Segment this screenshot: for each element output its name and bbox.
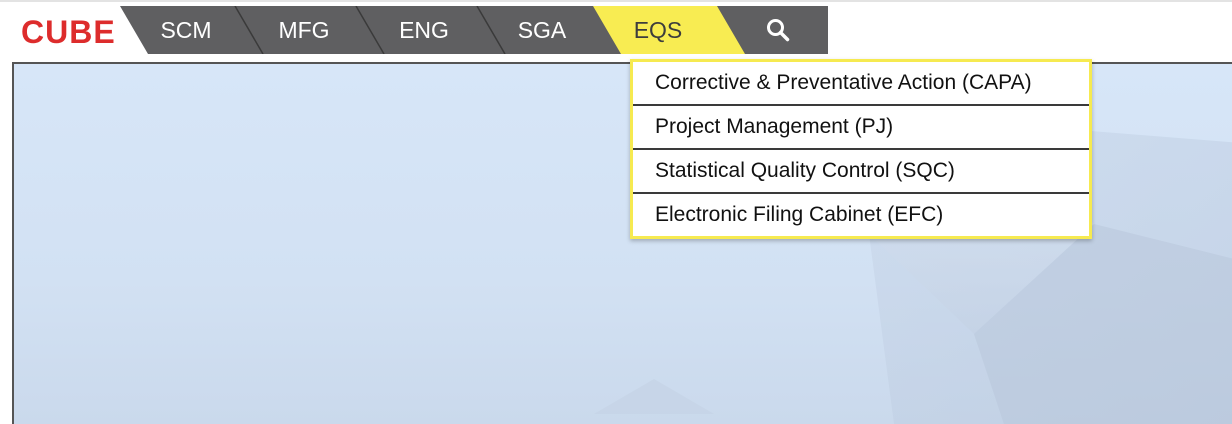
tab-sga[interactable]: SGA — [506, 6, 578, 54]
menu-item-sqc[interactable]: Statistical Quality Control (SQC) — [633, 150, 1089, 194]
tab-mfg[interactable]: MFG — [268, 6, 340, 54]
nav-background — [120, 6, 828, 54]
cube-logo[interactable]: CUBE — [21, 14, 116, 50]
tab-scm[interactable]: SCM — [150, 6, 222, 54]
search-button[interactable] — [750, 6, 806, 54]
search-icon — [767, 19, 790, 42]
tab-eng[interactable]: ENG — [388, 6, 460, 54]
eqs-dropdown-menu: Corrective & Preventative Action (CAPA) … — [630, 59, 1092, 239]
menu-item-efc[interactable]: Electronic Filing Cabinet (EFC) — [633, 194, 1089, 236]
menu-item-capa[interactable]: Corrective & Preventative Action (CAPA) — [633, 62, 1089, 106]
menu-item-pj[interactable]: Project Management (PJ) — [633, 106, 1089, 150]
main-nav: SCM MFG ENG SGA EQS — [120, 6, 828, 54]
tab-eqs[interactable]: EQS — [622, 6, 694, 54]
top-border — [0, 0, 1232, 2]
